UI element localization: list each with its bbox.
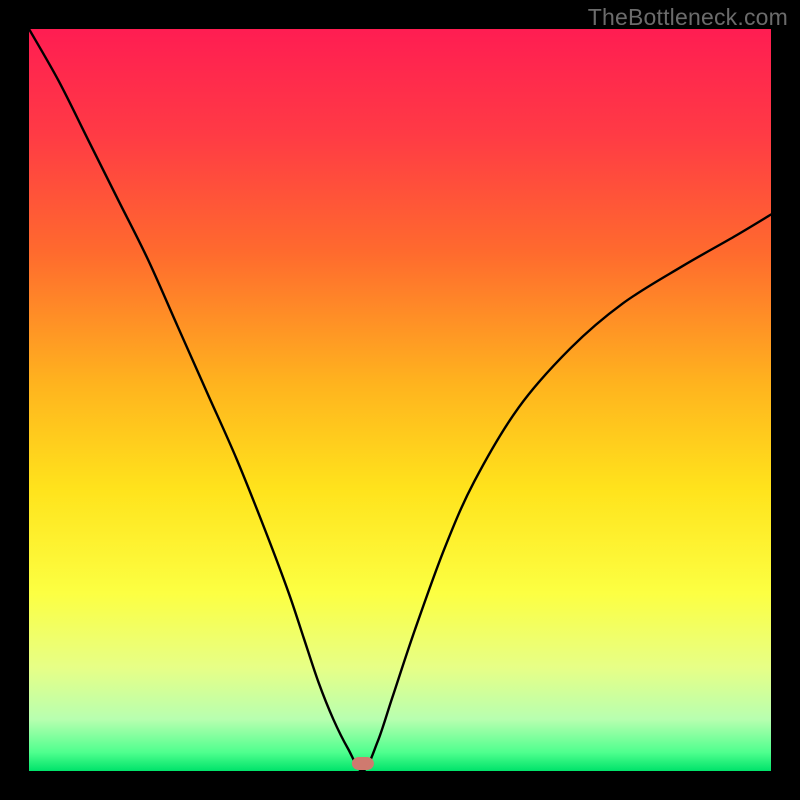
chart-frame — [29, 29, 771, 771]
minimum-marker — [352, 757, 374, 770]
bottleneck-chart — [29, 29, 771, 771]
gradient-background — [29, 29, 771, 771]
watermark-text: TheBottleneck.com — [588, 4, 788, 31]
